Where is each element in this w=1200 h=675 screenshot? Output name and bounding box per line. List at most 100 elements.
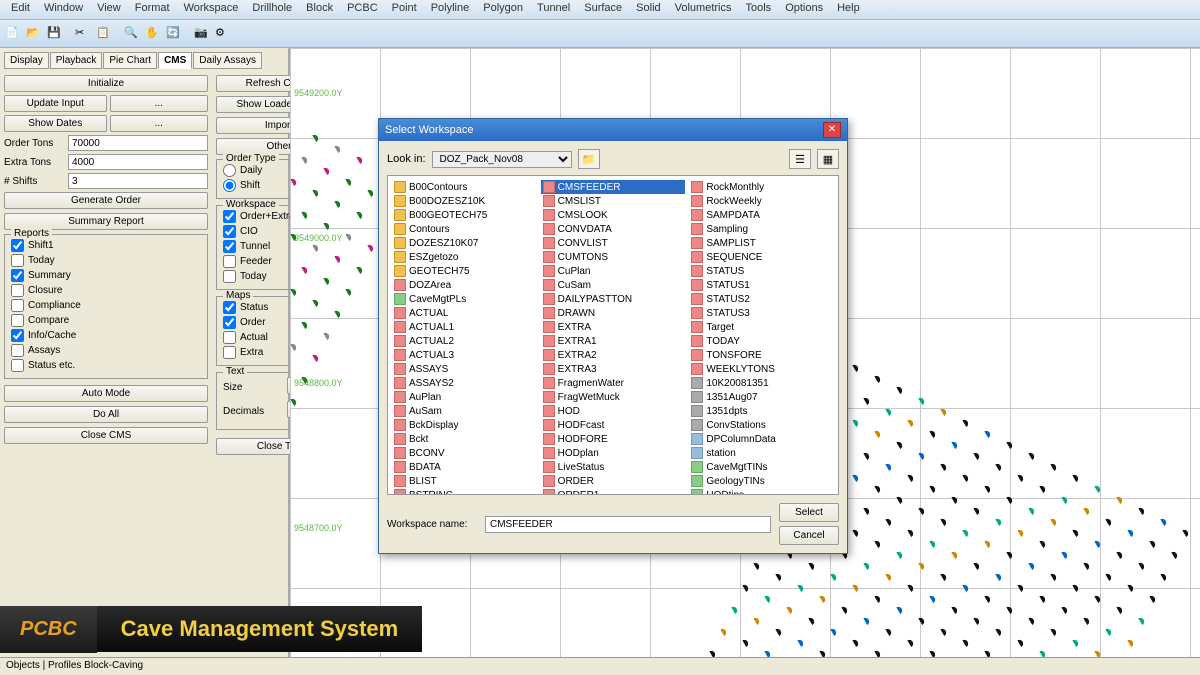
file-item[interactable]: ACTUAL bbox=[392, 306, 537, 320]
file-item[interactable]: B00DOZESZ10K bbox=[392, 194, 537, 208]
maps-list-order-input[interactable] bbox=[223, 316, 236, 329]
menu-pcbc[interactable]: PCBC bbox=[340, 0, 385, 19]
lookin-select[interactable]: DOZ_Pack_Nov08 bbox=[432, 151, 572, 168]
file-item[interactable]: TONSFORE bbox=[689, 348, 834, 362]
file-item[interactable]: B00Contours bbox=[392, 180, 537, 194]
file-item[interactable]: BDATA bbox=[392, 460, 537, 474]
file-item[interactable]: B00GEOTECH75 bbox=[392, 208, 537, 222]
up-folder-icon[interactable]: 📁 bbox=[578, 149, 600, 169]
menu-surface[interactable]: Surface bbox=[577, 0, 629, 19]
file-item[interactable]: LiveStatus bbox=[541, 460, 686, 474]
menu-polyline[interactable]: Polyline bbox=[424, 0, 477, 19]
file-item[interactable]: HODFcast bbox=[541, 418, 686, 432]
file-item[interactable]: EXTRA3 bbox=[541, 362, 686, 376]
file-item[interactable]: DAILYPASTTON bbox=[541, 292, 686, 306]
auto-mode-button[interactable]: Auto Mode bbox=[4, 385, 208, 402]
reports-list-summary-input[interactable] bbox=[11, 269, 24, 282]
file-item[interactable]: CMSLOOK bbox=[541, 208, 686, 222]
menu-drillhole[interactable]: Drillhole bbox=[245, 0, 299, 19]
reports-list-closure-input[interactable] bbox=[11, 284, 24, 297]
file-item[interactable]: ASSAYS bbox=[392, 362, 537, 376]
reports-list-compare-input[interactable] bbox=[11, 314, 24, 327]
do-all-button[interactable]: Do All bbox=[4, 406, 208, 423]
file-item[interactable]: SAMPLIST bbox=[689, 236, 834, 250]
file-item[interactable]: Sampling bbox=[689, 222, 834, 236]
file-item[interactable]: SAMPDATA bbox=[689, 208, 834, 222]
file-item[interactable]: RockWeekly bbox=[689, 194, 834, 208]
file-item[interactable]: DOZArea bbox=[392, 278, 537, 292]
tool-settings-icon[interactable]: ⚙ bbox=[214, 25, 232, 43]
tool-zoom-icon[interactable]: 🔍 bbox=[123, 25, 141, 43]
file-item[interactable]: ORDER bbox=[541, 474, 686, 488]
tab-display[interactable]: Display bbox=[4, 52, 49, 69]
file-item[interactable]: DRAWN bbox=[541, 306, 686, 320]
file-item[interactable]: RockMonthly bbox=[689, 180, 834, 194]
file-item[interactable]: GeologyTINs bbox=[689, 474, 834, 488]
reports-list-item[interactable]: Today bbox=[11, 254, 201, 267]
file-item[interactable]: WEEKLYTONS bbox=[689, 362, 834, 376]
workspace-list-feeder-input[interactable] bbox=[223, 255, 236, 268]
menu-workspace[interactable]: Workspace bbox=[177, 0, 246, 19]
menu-view[interactable]: View bbox=[90, 0, 128, 19]
tool-copy-icon[interactable]: 📋 bbox=[95, 25, 113, 43]
view-grid-icon[interactable]: ▦ bbox=[817, 149, 839, 169]
maps-list-extra-input[interactable] bbox=[223, 346, 236, 359]
initialize-button[interactable]: Initialize bbox=[4, 75, 208, 92]
reports-list-item[interactable]: Status etc. bbox=[11, 359, 201, 372]
file-list[interactable]: B00ContoursB00DOZESZ10KB00GEOTECH75Conto… bbox=[387, 175, 839, 495]
file-item[interactable]: SEQUENCE bbox=[689, 250, 834, 264]
file-item[interactable]: EXTRA1 bbox=[541, 334, 686, 348]
reports-list-compliance-input[interactable] bbox=[11, 299, 24, 312]
file-item[interactable]: STATUS bbox=[689, 264, 834, 278]
file-item[interactable]: STATUS1 bbox=[689, 278, 834, 292]
menu-solid[interactable]: Solid bbox=[629, 0, 667, 19]
menu-tools[interactable]: Tools bbox=[739, 0, 779, 19]
file-item[interactable]: DPColumnData bbox=[689, 432, 834, 446]
file-item[interactable]: GEOTECH75 bbox=[392, 264, 537, 278]
reports-list-item[interactable]: Assays bbox=[11, 344, 201, 357]
reports-list-shift1-input[interactable] bbox=[11, 239, 24, 252]
file-item[interactable]: Contours bbox=[392, 222, 537, 236]
file-item[interactable]: HODtins bbox=[689, 488, 834, 495]
tool-camera-icon[interactable]: 📷 bbox=[193, 25, 211, 43]
reports-list-item[interactable]: Compare bbox=[11, 314, 201, 327]
file-item[interactable]: CMSFEEDER bbox=[541, 180, 686, 194]
file-item[interactable]: HODFORE bbox=[541, 432, 686, 446]
file-item[interactable]: BckDisplay bbox=[392, 418, 537, 432]
file-item[interactable]: FragmenWater bbox=[541, 376, 686, 390]
workspace-list-cio-input[interactable] bbox=[223, 225, 236, 238]
tab-pie-chart[interactable]: Pie Chart bbox=[103, 52, 157, 69]
menu-help[interactable]: Help bbox=[830, 0, 867, 19]
close-icon[interactable]: ✕ bbox=[823, 122, 841, 138]
order-tons-input[interactable] bbox=[68, 135, 208, 151]
tab-playback[interactable]: Playback bbox=[50, 52, 103, 69]
file-item[interactable]: AuPlan bbox=[392, 390, 537, 404]
file-item[interactable]: ACTUAL1 bbox=[392, 320, 537, 334]
reports-list-infocache-input[interactable] bbox=[11, 329, 24, 342]
file-item[interactable]: station bbox=[689, 446, 834, 460]
workspace-list-today-input[interactable] bbox=[223, 270, 236, 283]
reports-list-statusetc-input[interactable] bbox=[11, 359, 24, 372]
file-item[interactable]: ESZgetozo bbox=[392, 250, 537, 264]
file-item[interactable]: Bckt bbox=[392, 432, 537, 446]
cancel-button[interactable]: Cancel bbox=[779, 526, 839, 545]
menu-window[interactable]: Window bbox=[37, 0, 90, 19]
maps-list-status-input[interactable] bbox=[223, 301, 236, 314]
extra-tons-input[interactable] bbox=[68, 154, 208, 170]
tool-open-icon[interactable]: 📂 bbox=[25, 25, 43, 43]
file-item[interactable]: ACTUAL2 bbox=[392, 334, 537, 348]
view-list-icon[interactable]: ☰ bbox=[789, 149, 811, 169]
file-item[interactable]: EXTRA2 bbox=[541, 348, 686, 362]
file-item[interactable]: EXTRA bbox=[541, 320, 686, 334]
update-input-button[interactable]: Update Input bbox=[4, 95, 107, 112]
file-item[interactable]: BLIST bbox=[392, 474, 537, 488]
reports-list-item[interactable]: Closure bbox=[11, 284, 201, 297]
file-item[interactable]: 10K20081351 bbox=[689, 376, 834, 390]
file-item[interactable]: CONVLIST bbox=[541, 236, 686, 250]
menu-options[interactable]: Options bbox=[778, 0, 830, 19]
maps-list-actual-input[interactable] bbox=[223, 331, 236, 344]
show-dates-button[interactable]: Show Dates bbox=[4, 115, 107, 132]
reports-list-item[interactable]: Summary bbox=[11, 269, 201, 282]
workspace-list-orderextra-input[interactable] bbox=[223, 210, 236, 223]
file-item[interactable]: ACTUAL3 bbox=[392, 348, 537, 362]
